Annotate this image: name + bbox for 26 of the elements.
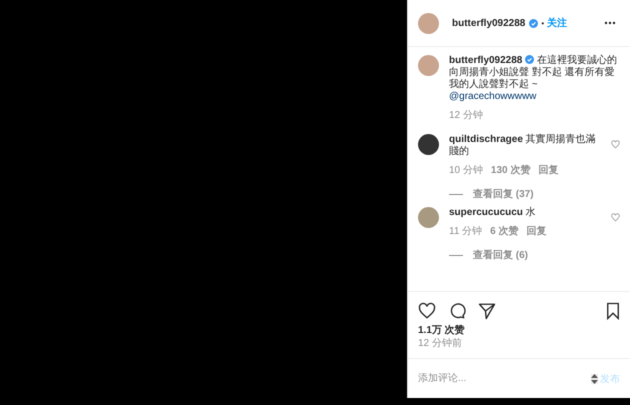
- comment-text: quiltdischragee 其實周揚青也滿賤的: [449, 134, 597, 158]
- view-replies-link[interactable]: 查看回复 (37): [473, 187, 534, 201]
- resize-arrows-icon[interactable]: [591, 374, 598, 384]
- heart-icon[interactable]: [418, 302, 436, 320]
- comment-text: supercucucucu 水: [449, 207, 537, 219]
- like-count[interactable]: 6 次赞: [490, 224, 519, 238]
- caption-text: butterfly092288 在這裡我要誠心的向周揚青小姐說聲 對不起 還有所有愛我的人說聲對不起 ~ @gracechowwwww: [449, 55, 618, 103]
- separator-dot: •: [541, 18, 544, 28]
- like-count[interactable]: 130 次赞: [490, 163, 530, 177]
- dash-line: [449, 254, 463, 256]
- like-count[interactable]: 1.1万 次赞: [418, 324, 620, 337]
- username-link[interactable]: butterfly092288: [452, 18, 526, 28]
- timestamp: 10 分钟: [449, 164, 483, 177]
- reply-link[interactable]: 回复: [538, 163, 558, 177]
- speech-bubble-icon[interactable]: [448, 302, 466, 320]
- avatar[interactable]: [418, 134, 439, 155]
- reply-link[interactable]: 回复: [526, 224, 547, 238]
- mention-link[interactable]: @gracechowwwww: [449, 91, 536, 102]
- view-replies-link[interactable]: 查看回复 (6): [473, 248, 528, 262]
- paper-plane-icon[interactable]: [478, 302, 496, 320]
- timestamp: 11 分钟: [449, 224, 482, 238]
- follow-link[interactable]: 关注: [547, 16, 568, 30]
- timestamp: 12 分钟: [449, 108, 483, 122]
- more-options-icon[interactable]: [604, 21, 616, 25]
- post-time: 12 分钟前: [418, 337, 463, 350]
- bookmark-icon[interactable]: [604, 302, 622, 320]
